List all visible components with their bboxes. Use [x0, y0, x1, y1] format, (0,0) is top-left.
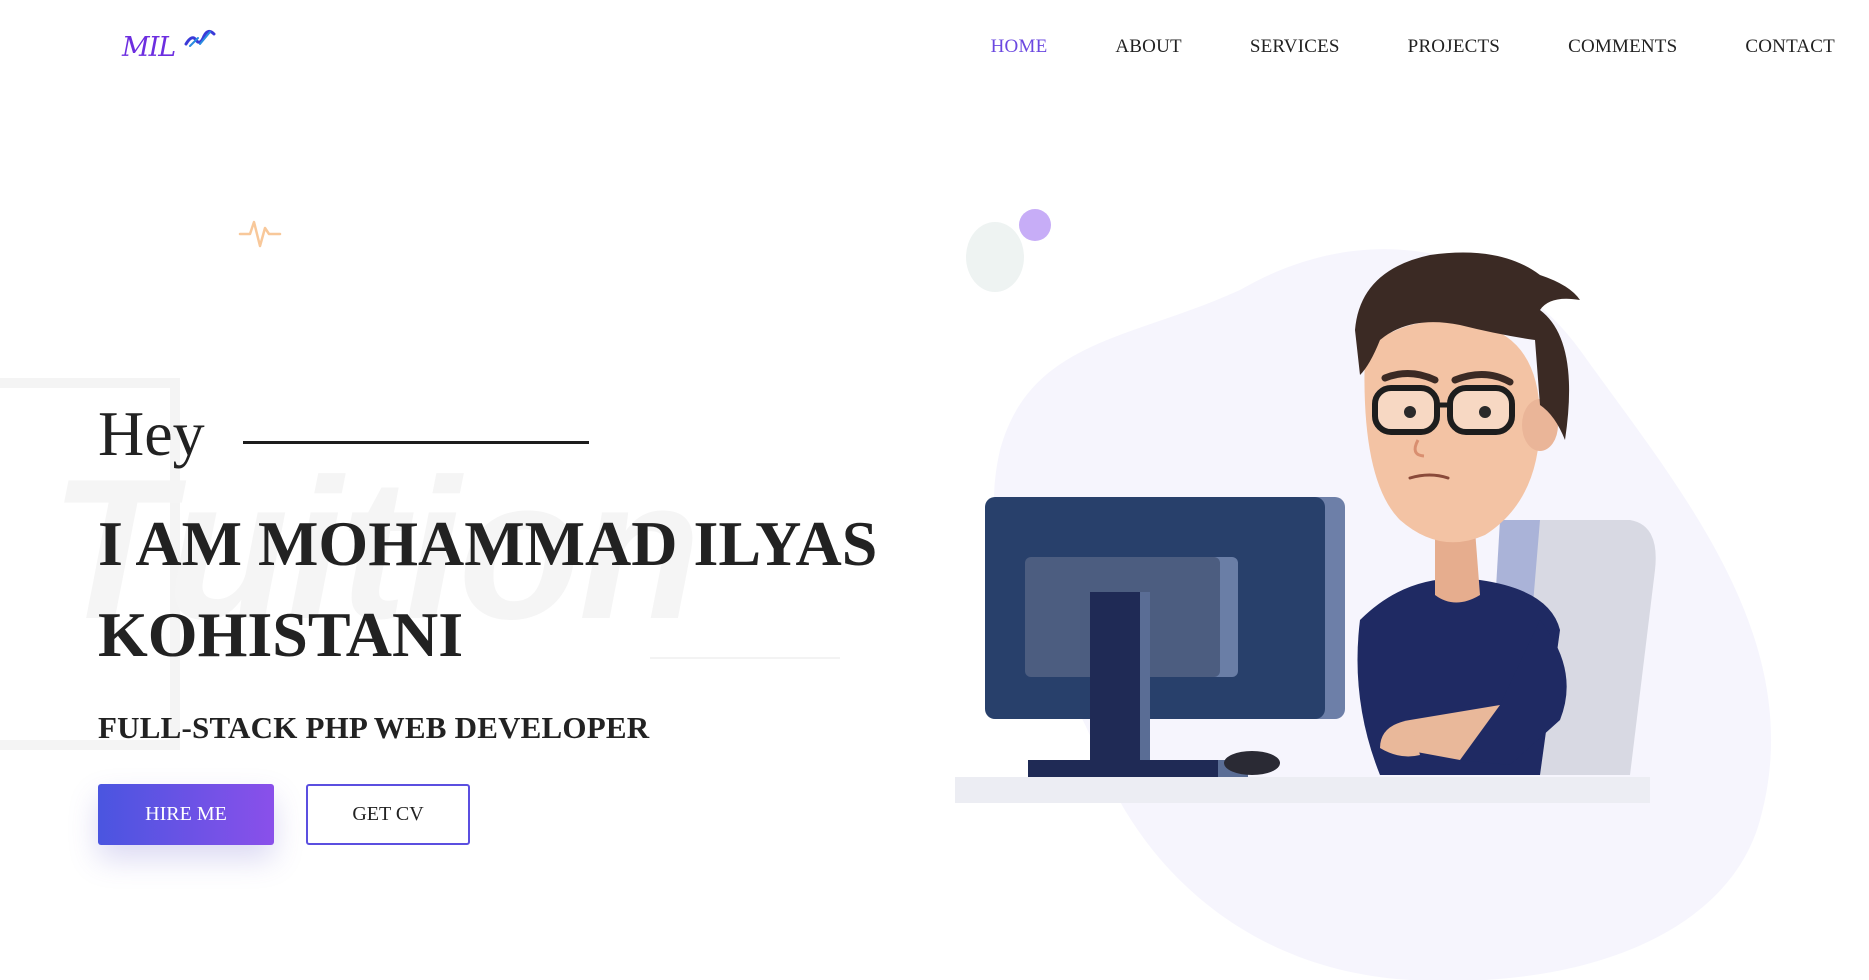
get-cv-button[interactable]: GET CV: [306, 784, 470, 845]
monitor-stand: [1090, 592, 1140, 762]
decor-circle-grey: [966, 222, 1024, 292]
nav-projects[interactable]: PROJECTS: [1408, 36, 1500, 58]
main-nav: HOME ABOUT SERVICES PROJECTS COMMENTS CO…: [923, 36, 1835, 58]
logo[interactable]: MIL: [122, 28, 222, 68]
eye-right: [1479, 406, 1491, 418]
eye-left: [1404, 406, 1416, 418]
greeting-divider: [243, 441, 589, 444]
decor-circle-purple: [1019, 209, 1051, 241]
nav-services[interactable]: SERVICES: [1250, 36, 1340, 58]
developer-at-computer-illustration: [955, 209, 1771, 980]
heartbeat-pulse-icon: [238, 220, 282, 248]
mouse: [1224, 751, 1280, 775]
hero-name: I AM MOHAMMAD ILYAS KOHISTANI: [98, 498, 898, 680]
monitor-stand-side: [1140, 592, 1150, 762]
nav-comments[interactable]: COMMENTS: [1568, 36, 1677, 58]
greeting: Hey: [98, 398, 205, 469]
nav-contact[interactable]: CONTACT: [1745, 36, 1835, 58]
brush-logo-icon: [184, 29, 216, 47]
nav-about[interactable]: ABOUT: [1115, 36, 1181, 58]
logo-text: MIL: [122, 32, 176, 63]
monitor-base: [1028, 760, 1218, 778]
hero-role: FULL-STACK PHP WEB DEVELOPER: [98, 710, 650, 745]
hero-name-line1: I AM MOHAMMAD ILYAS: [98, 508, 878, 579]
desk: [955, 777, 1650, 803]
nav-home[interactable]: HOME: [991, 36, 1048, 58]
hire-me-button[interactable]: HIRE ME: [98, 784, 274, 845]
hero-name-line2: KOHISTANI: [98, 599, 464, 670]
